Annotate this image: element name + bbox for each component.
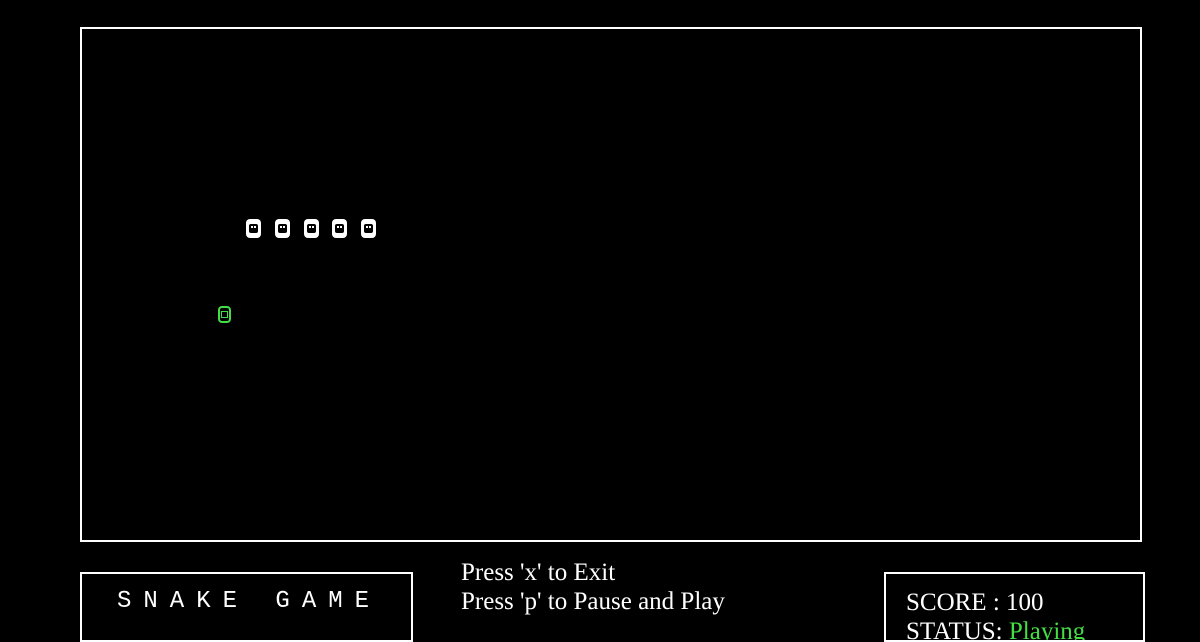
instructions: Press 'x' to Exit Press 'p' to Pause and… — [461, 558, 725, 616]
status-label: STATUS: — [906, 618, 1009, 642]
snake-segment — [246, 219, 261, 238]
score-value: 100 — [1006, 589, 1044, 616]
snake-head — [361, 219, 376, 238]
score-panel: SCORE : 100 STATUS: Playing — [884, 572, 1145, 642]
snake-segment — [304, 219, 319, 238]
snake-segment — [275, 219, 290, 238]
score-label: SCORE : — [906, 589, 1007, 616]
food-icon — [218, 306, 231, 323]
title-panel: SNAKE GAME — [80, 572, 413, 642]
game-board — [80, 27, 1142, 542]
pause-instruction: Press 'p' to Pause and Play — [461, 588, 725, 615]
exit-instruction: Press 'x' to Exit — [461, 559, 616, 586]
status-value: Playing — [1008, 618, 1086, 642]
game-title: SNAKE GAME — [117, 588, 382, 615]
score-line: SCORE : 100 — [906, 588, 1085, 617]
snake-segment — [332, 219, 347, 238]
